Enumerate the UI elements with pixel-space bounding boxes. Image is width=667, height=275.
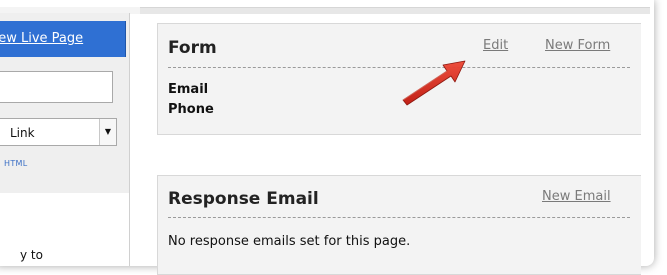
edit-form-link[interactable]: Edit: [483, 38, 508, 53]
response-email-panel: Response Email New Email No response ema…: [157, 175, 641, 275]
left-sidebar: View Live Page Link ▼ HTML: [0, 13, 130, 193]
sidebar-text-fragment: y to: [20, 248, 43, 262]
divider: [168, 217, 630, 218]
form-field-phone: Phone: [168, 102, 214, 117]
view-live-page-button[interactable]: View Live Page: [0, 21, 126, 57]
response-panel-title: Response Email: [168, 189, 319, 209]
form-field-email: Email: [168, 82, 209, 97]
red-arrow-annotation-icon: [402, 60, 466, 106]
select-value: Link: [10, 126, 35, 140]
new-email-link[interactable]: New Email: [542, 189, 611, 204]
dropdown-arrow-icon[interactable]: ▼: [99, 119, 116, 145]
html-link[interactable]: HTML: [4, 159, 27, 168]
new-form-link[interactable]: New Form: [545, 38, 610, 53]
sidebar-text-input[interactable]: [0, 71, 113, 103]
no-response-message: No response emails set for this page.: [168, 234, 411, 249]
form-panel-title: Form: [168, 38, 217, 58]
link-type-select[interactable]: Link ▼: [0, 118, 117, 146]
